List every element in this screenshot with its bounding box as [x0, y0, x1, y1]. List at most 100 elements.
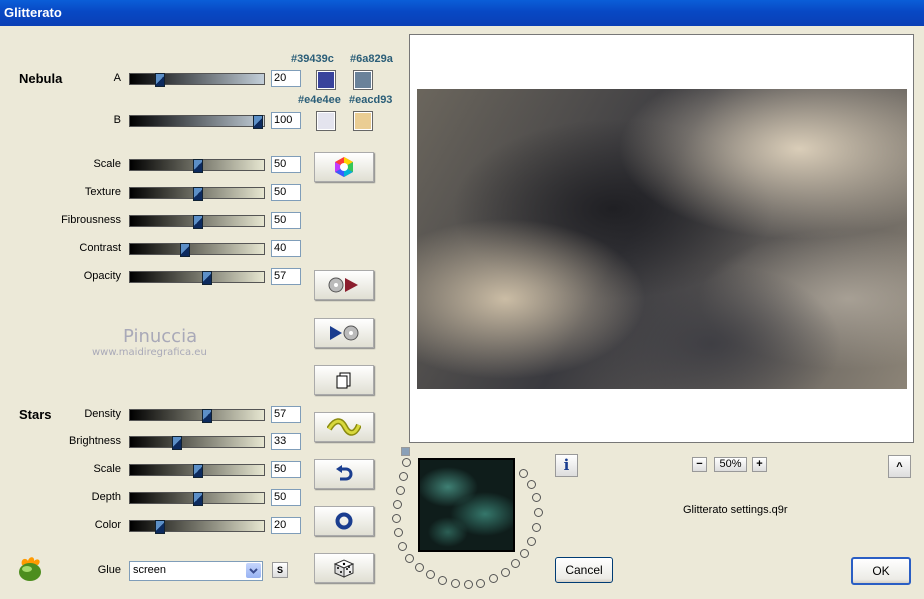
nebula-value-input-6[interactable]: 57: [271, 268, 301, 285]
save-preset-button[interactable]: [314, 270, 374, 300]
navigator-dot[interactable]: [399, 472, 408, 481]
nebula-label-3: Texture: [84, 186, 121, 198]
stars-slider-thumb-1[interactable]: [171, 436, 182, 450]
navigator-dot[interactable]: [394, 528, 403, 537]
nebula-value-input-3[interactable]: 50: [271, 184, 301, 201]
glue-select[interactable]: screen: [129, 561, 263, 581]
nebula-slider-2[interactable]: [129, 159, 265, 173]
navigator-dot[interactable]: [501, 568, 510, 577]
random-button[interactable]: [314, 553, 374, 583]
chevron-down-icon[interactable]: [246, 563, 261, 578]
navigator-dot[interactable]: [519, 469, 528, 478]
nebula-value-input-4[interactable]: 50: [271, 212, 301, 229]
stars-slider-1[interactable]: [129, 436, 265, 450]
navigator-dot[interactable]: [532, 493, 541, 502]
ok-button[interactable]: OK: [851, 557, 911, 585]
thumbnail-anchor[interactable]: [401, 447, 410, 456]
color-a1-swatch[interactable]: [316, 70, 336, 90]
navigator-dot[interactable]: [520, 549, 529, 558]
reset-button[interactable]: [314, 506, 374, 536]
dice-icon: [333, 559, 355, 578]
nebula-slider-thumb-5[interactable]: [179, 243, 190, 257]
nebula-value-input-5[interactable]: 40: [271, 240, 301, 257]
navigator-dot[interactable]: [534, 508, 543, 517]
stars-slider-thumb-3[interactable]: [193, 492, 203, 506]
zoom-level: 50%: [714, 457, 747, 472]
stars-value-input-4[interactable]: 20: [271, 517, 301, 534]
cancel-button[interactable]: Cancel: [555, 557, 613, 583]
nebula-slider-thumb-3[interactable]: [193, 187, 203, 201]
nebula-slider-1[interactable]: [129, 115, 265, 129]
zoom-out-button[interactable]: −: [692, 457, 707, 472]
nebula-value-input-1[interactable]: 100: [271, 112, 301, 129]
wave-button[interactable]: [314, 412, 374, 442]
color-wheel-icon: [335, 157, 353, 177]
glue-label: Glue: [97, 564, 121, 576]
nebula-value-input-0[interactable]: 20: [271, 70, 301, 87]
navigator-dot[interactable]: [438, 576, 447, 585]
navigator-dot[interactable]: [392, 514, 401, 523]
nebula-label-6: Opacity: [83, 270, 121, 282]
navigator-dot[interactable]: [415, 563, 424, 572]
navigator-thumbnail[interactable]: [418, 458, 515, 552]
navigator-dot[interactable]: [532, 523, 541, 532]
navigator-dot[interactable]: [511, 559, 520, 568]
nebula-slider-6[interactable]: [129, 271, 265, 285]
stars-label-2: Scale: [93, 463, 121, 475]
nebula-slider-thumb-2[interactable]: [193, 159, 203, 173]
info-button[interactable]: i: [555, 454, 578, 477]
stars-slider-thumb-4[interactable]: [155, 520, 166, 534]
nebula-slider-thumb-1[interactable]: [253, 115, 264, 129]
navigator-dot[interactable]: [464, 580, 473, 589]
nebula-slider-4[interactable]: [129, 215, 265, 229]
navigator-dot[interactable]: [402, 458, 411, 467]
load-preset-button[interactable]: [314, 318, 374, 348]
color-b2-swatch[interactable]: [353, 111, 373, 131]
navigator-dot[interactable]: [527, 537, 536, 546]
zoom-in-button[interactable]: +: [752, 457, 767, 472]
navigator-dot[interactable]: [527, 480, 536, 489]
stars-slider-3[interactable]: [129, 492, 265, 506]
navigator-dot[interactable]: [398, 542, 407, 551]
copy-icon: [336, 372, 351, 389]
nebula-label-4: Fibrousness: [61, 214, 121, 226]
stars-slider-2[interactable]: [129, 464, 265, 478]
stars-slider-4[interactable]: [129, 520, 265, 534]
navigator-dot[interactable]: [451, 579, 460, 588]
nebula-slider-thumb-6[interactable]: [202, 271, 213, 285]
copy-button[interactable]: [314, 365, 374, 395]
navigator-dot[interactable]: [489, 574, 498, 583]
navigator-dot[interactable]: [405, 554, 414, 563]
stars-slider-0[interactable]: [129, 409, 265, 423]
nebula-value-input-2[interactable]: 50: [271, 156, 301, 173]
color-b1-swatch[interactable]: [316, 111, 336, 131]
stars-slider-thumb-2[interactable]: [193, 464, 203, 478]
color-a2-swatch[interactable]: [353, 70, 373, 90]
nebula-slider-thumb-4[interactable]: [193, 215, 203, 229]
undo-button[interactable]: [314, 459, 374, 489]
navigator-dot[interactable]: [476, 579, 485, 588]
stars-slider-thumb-0[interactable]: [202, 409, 213, 423]
navigator-dot[interactable]: [426, 570, 435, 579]
color-a2-hex: #6a829a: [350, 53, 393, 65]
stars-value-input-2[interactable]: 50: [271, 461, 301, 478]
nebula-slider-thumb-0[interactable]: [155, 73, 166, 87]
glue-s-button[interactable]: S: [272, 562, 288, 578]
collapse-up-button[interactable]: ^: [888, 455, 911, 478]
nebula-slider-0[interactable]: [129, 73, 265, 87]
preview-panel[interactable]: [409, 34, 914, 443]
color-wheel-button[interactable]: [314, 152, 374, 182]
navigator-dot[interactable]: [393, 500, 402, 509]
nebula-slider-3[interactable]: [129, 187, 265, 201]
color-b2-hex: #eacd93: [349, 94, 393, 106]
nebula-slider-5[interactable]: [129, 243, 265, 257]
stars-value-input-0[interactable]: 57: [271, 406, 301, 423]
stars-value-input-3[interactable]: 50: [271, 489, 301, 506]
nebula-label-0: A: [113, 72, 121, 84]
stars-value-input-1[interactable]: 33: [271, 433, 301, 450]
watermark-url: www.maidiregrafica.eu: [92, 347, 207, 358]
undo-icon: [336, 465, 353, 481]
watermark-name: Pinuccia: [123, 326, 198, 347]
nebula-label-5: Contrast: [79, 242, 121, 254]
navigator-dot[interactable]: [396, 486, 405, 495]
